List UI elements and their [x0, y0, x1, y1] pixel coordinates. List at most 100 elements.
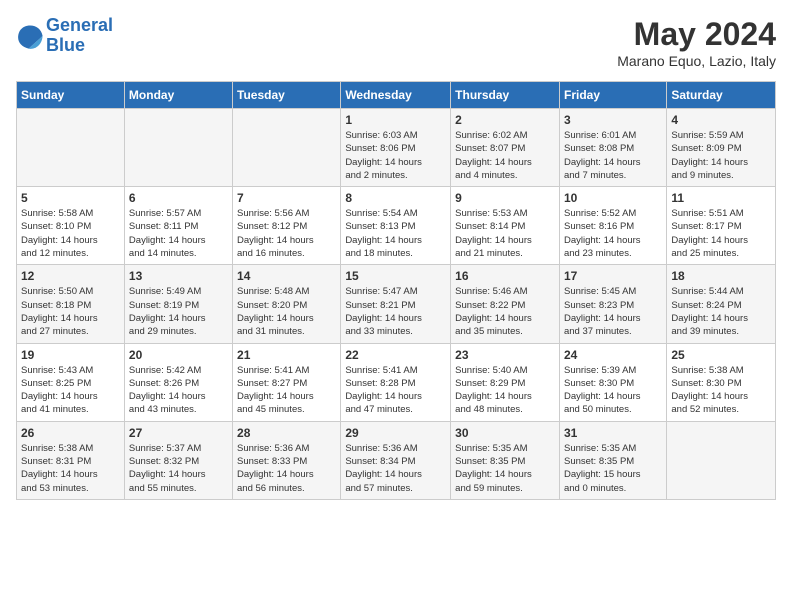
cell-line: Sunrise: 5:39 AM — [564, 364, 662, 377]
cell-line: Sunrise: 5:53 AM — [455, 207, 555, 220]
cell-line: Daylight: 14 hours — [21, 312, 120, 325]
cell-line: Daylight: 14 hours — [564, 234, 662, 247]
day-number: 1 — [345, 113, 446, 127]
cell-line: and 2 minutes. — [345, 169, 446, 182]
cell-line: Daylight: 14 hours — [345, 156, 446, 169]
cell-line: and 53 minutes. — [21, 482, 120, 495]
cell-line: Sunset: 8:16 PM — [564, 220, 662, 233]
cell-line: Sunrise: 5:35 AM — [564, 442, 662, 455]
day-number: 10 — [564, 191, 662, 205]
page-header: General Blue May 2024 Marano Equo, Lazio… — [16, 16, 776, 69]
calendar-week-row: 1Sunrise: 6:03 AMSunset: 8:06 PMDaylight… — [17, 109, 776, 187]
day-number: 27 — [129, 426, 228, 440]
cell-line: Sunrise: 5:50 AM — [21, 285, 120, 298]
day-number: 6 — [129, 191, 228, 205]
cell-line: Sunset: 8:34 PM — [345, 455, 446, 468]
calendar-cell: 9Sunrise: 5:53 AMSunset: 8:14 PMDaylight… — [451, 187, 560, 265]
cell-line: Daylight: 14 hours — [564, 156, 662, 169]
day-number: 29 — [345, 426, 446, 440]
calendar-body: 1Sunrise: 6:03 AMSunset: 8:06 PMDaylight… — [17, 109, 776, 500]
calendar-cell: 12Sunrise: 5:50 AMSunset: 8:18 PMDayligh… — [17, 265, 125, 343]
calendar-cell: 4Sunrise: 5:59 AMSunset: 8:09 PMDaylight… — [667, 109, 776, 187]
calendar-cell: 25Sunrise: 5:38 AMSunset: 8:30 PMDayligh… — [667, 343, 776, 421]
cell-line: and 37 minutes. — [564, 325, 662, 338]
day-number: 20 — [129, 348, 228, 362]
cell-line: Sunset: 8:31 PM — [21, 455, 120, 468]
cell-line: Daylight: 14 hours — [564, 390, 662, 403]
logo-line2: Blue — [46, 35, 85, 55]
cell-line: and 27 minutes. — [21, 325, 120, 338]
cell-line: and 7 minutes. — [564, 169, 662, 182]
calendar-cell: 26Sunrise: 5:38 AMSunset: 8:31 PMDayligh… — [17, 421, 125, 499]
cell-line: and 29 minutes. — [129, 325, 228, 338]
calendar-cell: 11Sunrise: 5:51 AMSunset: 8:17 PMDayligh… — [667, 187, 776, 265]
calendar-cell — [124, 109, 232, 187]
cell-line: and 31 minutes. — [237, 325, 336, 338]
cell-line: Sunrise: 5:36 AM — [345, 442, 446, 455]
calendar-week-row: 19Sunrise: 5:43 AMSunset: 8:25 PMDayligh… — [17, 343, 776, 421]
cell-line: Sunset: 8:17 PM — [671, 220, 771, 233]
calendar-cell: 2Sunrise: 6:02 AMSunset: 8:07 PMDaylight… — [451, 109, 560, 187]
cell-line: Daylight: 14 hours — [345, 468, 446, 481]
cell-line: and 45 minutes. — [237, 403, 336, 416]
calendar-cell: 17Sunrise: 5:45 AMSunset: 8:23 PMDayligh… — [559, 265, 666, 343]
cell-line: Sunrise: 5:52 AM — [564, 207, 662, 220]
day-number: 11 — [671, 191, 771, 205]
calendar-week-row: 26Sunrise: 5:38 AMSunset: 8:31 PMDayligh… — [17, 421, 776, 499]
cell-line: Sunset: 8:35 PM — [455, 455, 555, 468]
cell-line: and 52 minutes. — [671, 403, 771, 416]
cell-line: Daylight: 14 hours — [129, 390, 228, 403]
cell-line: Sunrise: 5:56 AM — [237, 207, 336, 220]
day-number: 2 — [455, 113, 555, 127]
cell-line: Sunset: 8:32 PM — [129, 455, 228, 468]
logo-text: General Blue — [46, 16, 113, 56]
calendar-cell: 5Sunrise: 5:58 AMSunset: 8:10 PMDaylight… — [17, 187, 125, 265]
day-number: 28 — [237, 426, 336, 440]
cell-line: Daylight: 14 hours — [237, 312, 336, 325]
cell-line: Daylight: 14 hours — [237, 468, 336, 481]
cell-line: Daylight: 14 hours — [21, 390, 120, 403]
day-number: 13 — [129, 269, 228, 283]
cell-line: Sunset: 8:14 PM — [455, 220, 555, 233]
cell-line: Sunrise: 5:54 AM — [345, 207, 446, 220]
cell-line: and 59 minutes. — [455, 482, 555, 495]
calendar-header-tuesday: Tuesday — [233, 82, 341, 109]
day-number: 5 — [21, 191, 120, 205]
cell-line: and 47 minutes. — [345, 403, 446, 416]
cell-line: Sunset: 8:10 PM — [21, 220, 120, 233]
day-number: 15 — [345, 269, 446, 283]
cell-line: Sunset: 8:13 PM — [345, 220, 446, 233]
calendar-cell: 20Sunrise: 5:42 AMSunset: 8:26 PMDayligh… — [124, 343, 232, 421]
cell-line: Daylight: 14 hours — [129, 312, 228, 325]
cell-line: Sunrise: 5:47 AM — [345, 285, 446, 298]
month-year-title: May 2024 — [617, 16, 776, 53]
cell-line: Sunset: 8:26 PM — [129, 377, 228, 390]
day-number: 16 — [455, 269, 555, 283]
cell-line: Sunset: 8:27 PM — [237, 377, 336, 390]
day-number: 31 — [564, 426, 662, 440]
cell-line: and 41 minutes. — [21, 403, 120, 416]
day-number: 8 — [345, 191, 446, 205]
cell-line: and 16 minutes. — [237, 247, 336, 260]
calendar-header-row: SundayMondayTuesdayWednesdayThursdayFrid… — [17, 82, 776, 109]
cell-line: and 48 minutes. — [455, 403, 555, 416]
cell-line: Sunset: 8:25 PM — [21, 377, 120, 390]
calendar-cell: 22Sunrise: 5:41 AMSunset: 8:28 PMDayligh… — [341, 343, 451, 421]
calendar-cell: 1Sunrise: 6:03 AMSunset: 8:06 PMDaylight… — [341, 109, 451, 187]
cell-line: and 50 minutes. — [564, 403, 662, 416]
day-number: 18 — [671, 269, 771, 283]
cell-line: Daylight: 14 hours — [671, 390, 771, 403]
cell-line: Sunset: 8:35 PM — [564, 455, 662, 468]
title-block: May 2024 Marano Equo, Lazio, Italy — [617, 16, 776, 69]
calendar-cell: 13Sunrise: 5:49 AMSunset: 8:19 PMDayligh… — [124, 265, 232, 343]
day-number: 9 — [455, 191, 555, 205]
cell-line: Sunset: 8:21 PM — [345, 299, 446, 312]
calendar-cell: 31Sunrise: 5:35 AMSunset: 8:35 PMDayligh… — [559, 421, 666, 499]
calendar-week-row: 5Sunrise: 5:58 AMSunset: 8:10 PMDaylight… — [17, 187, 776, 265]
cell-line: and 39 minutes. — [671, 325, 771, 338]
cell-line: and 35 minutes. — [455, 325, 555, 338]
cell-line: Sunrise: 5:48 AM — [237, 285, 336, 298]
calendar-cell: 23Sunrise: 5:40 AMSunset: 8:29 PMDayligh… — [451, 343, 560, 421]
cell-line: Sunset: 8:24 PM — [671, 299, 771, 312]
cell-line: and 9 minutes. — [671, 169, 771, 182]
